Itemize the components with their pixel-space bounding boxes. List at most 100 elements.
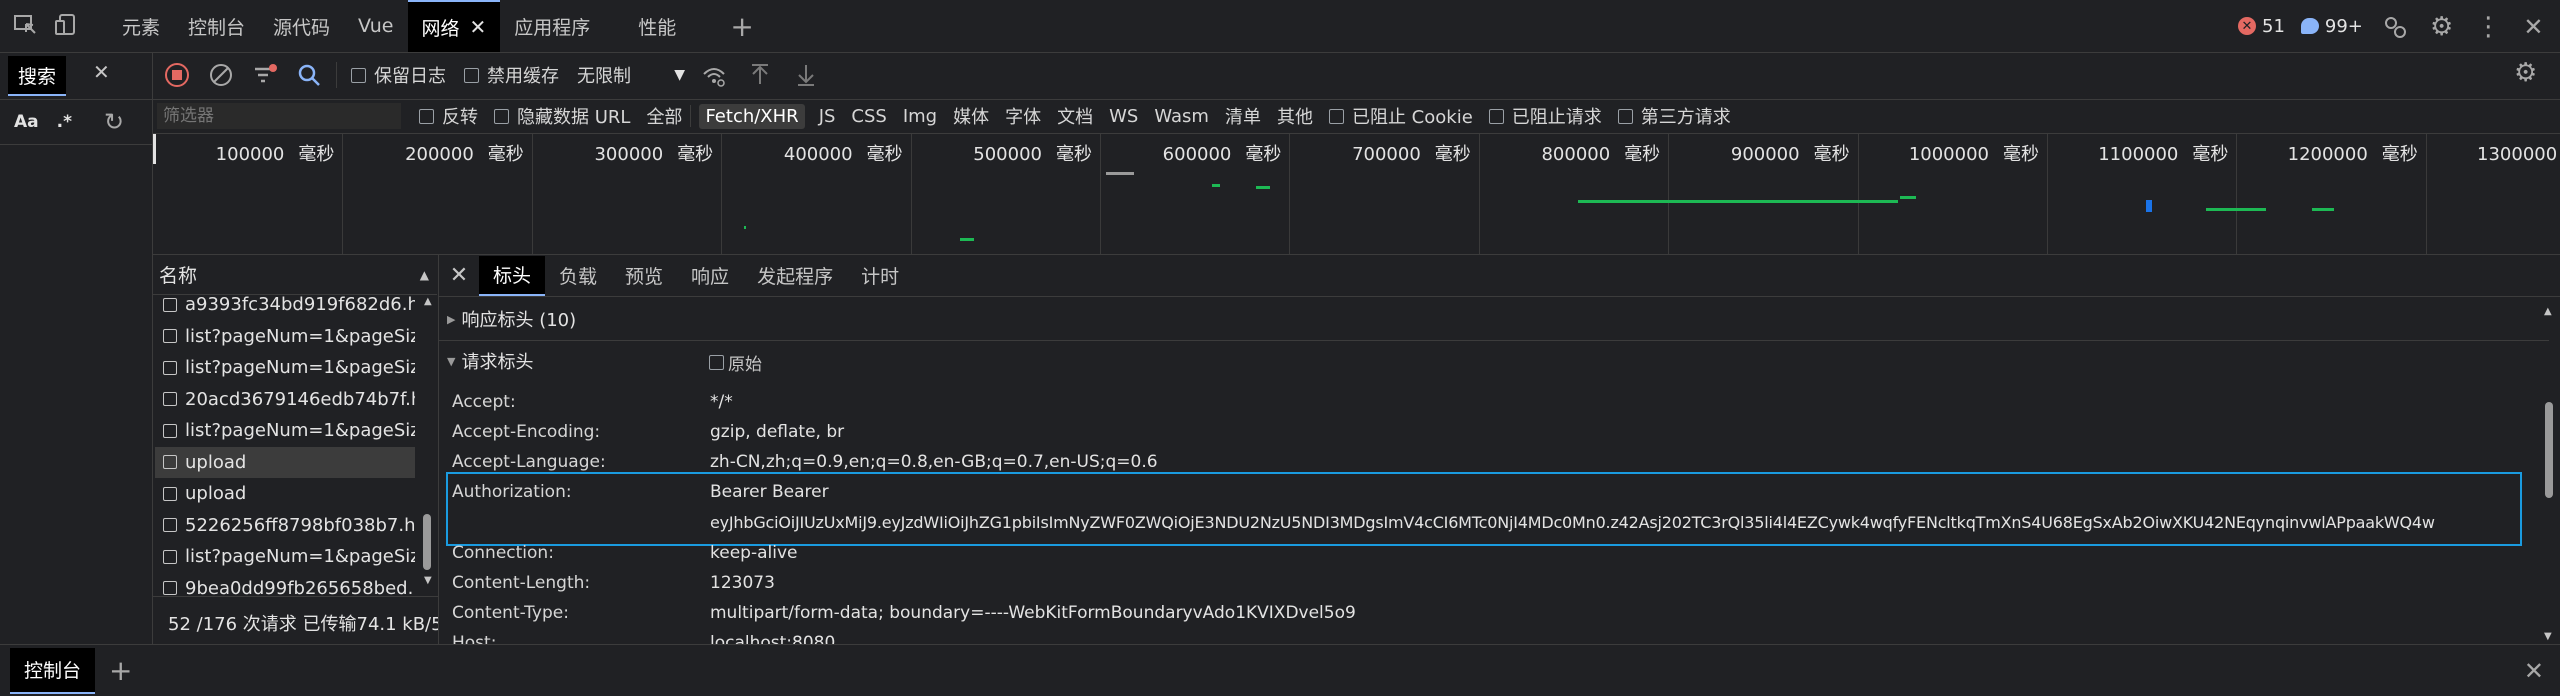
error-count-badge[interactable]: ✕ 51 [2238,16,2285,37]
request-checkbox[interactable] [163,486,177,501]
tick-unit: 毫秒 [2381,144,2418,165]
response-headers-section[interactable]: ▶ 响应标头 (10) [447,306,576,332]
third-party-checkbox[interactable]: 第三方请求 [1617,103,1731,129]
export-har-icon[interactable] [789,58,823,92]
search-icon[interactable] [292,58,326,92]
list-item[interactable]: list?pageNum=1&pageSiz... [155,321,415,352]
raw-headers-checkbox[interactable]: 原始 [709,350,762,375]
request-checkbox[interactable] [163,423,177,438]
inspect-element-icon[interactable] [12,12,38,38]
headers-scrollbar[interactable]: ▲ ▼ [2542,306,2556,642]
blocked-requests-box[interactable] [1488,108,1504,124]
request-checkbox[interactable] [163,581,177,595]
list-item[interactable]: 9bea0dd99fb265658bed.h... [155,573,415,604]
request-headers-section[interactable]: ▼ 请求标头 [447,348,533,374]
invert-box[interactable] [419,108,434,124]
filter-type-all[interactable]: 全部 [646,103,682,129]
gear-icon[interactable]: ⚙ [2430,12,2453,42]
hide-data-urls-checkbox[interactable]: 隐藏数据 URL [494,103,630,129]
tab-timing[interactable]: 计时 [847,256,913,296]
raw-headers-box[interactable] [709,355,724,370]
request-checkbox[interactable] [163,392,177,406]
list-item[interactable]: list?pageNum=1&pageSiz... [155,541,415,572]
request-checkbox[interactable] [163,455,177,469]
list-item[interactable]: list?pageNum=1&pageSiz... [155,415,415,446]
record-icon[interactable] [160,58,194,92]
tab-application[interactable]: 应用程序 [500,0,604,52]
search-close-icon[interactable]: ✕ [93,60,110,84]
authorization-token: eyJhbGciOiJIUzUxMiJ9.eyJzdWIiOiJhZG1pbiI… [710,513,2435,532]
tab-vue[interactable]: Vue [344,0,407,52]
list-item[interactable]: list?pageNum=1&pageSiz... [155,352,415,383]
filter-type-media[interactable]: 媒体 [953,103,989,129]
filter-type-wasm[interactable]: Wasm [1154,106,1209,127]
blocked-cookies-checkbox[interactable]: 已阻止 Cookie [1328,103,1473,129]
search-panel-tab[interactable]: 搜索 [8,56,66,96]
blocked-requests-checkbox[interactable]: 已阻止请求 [1488,103,1602,129]
request-checkbox[interactable] [163,329,177,343]
close-devtools-icon[interactable]: ✕ [2523,13,2543,41]
request-list-scrollbar[interactable]: ▲ ▼ [422,296,432,586]
hide-data-urls-box[interactable] [494,108,509,124]
network-conditions-icon[interactable] [697,58,731,92]
match-case-button[interactable]: Aa [14,112,39,132]
message-count-badge[interactable]: 99+ [2300,16,2363,37]
drawer-tab-console[interactable]: 控制台 [10,647,96,694]
list-item[interactable]: 20acd3679146edb74b7f.h... [155,384,415,415]
tab-sources[interactable]: 源代码 [259,0,344,52]
tab-initiator[interactable]: 发起程序 [743,256,847,296]
sort-asc-icon[interactable]: ▲ [420,268,429,282]
list-item[interactable]: upload [155,478,415,509]
tab-preview[interactable]: 预览 [611,256,677,296]
refresh-icon[interactable]: ↻ [104,108,124,136]
request-checkbox[interactable] [163,297,177,312]
disable-cache-checkbox[interactable]: 禁用缓存 [464,62,559,88]
filter-type-manifest[interactable]: 清单 [1225,103,1261,129]
tab-payload[interactable]: 负载 [545,256,611,296]
clear-icon[interactable] [204,58,238,92]
name-column-header[interactable]: 名称 [159,261,197,288]
drawer-close-icon[interactable]: ✕ [2524,657,2544,685]
request-checkbox[interactable] [163,518,177,532]
add-tab-button[interactable]: + [716,0,767,52]
tab-network[interactable]: 网络 ✕ [407,0,501,52]
tab-elements[interactable]: 元素 [108,0,174,52]
list-item[interactable]: a9393fc34bd919f682d6.h... [155,289,415,320]
filter-type-css[interactable]: CSS [851,106,886,127]
filter-type-ws[interactable]: WS [1109,106,1138,127]
list-item[interactable]: 5226256ff8798bf038b7.ho... [155,510,415,541]
throttle-select[interactable]: 无限制 ▼ [577,62,685,88]
disable-cache-box[interactable] [464,67,479,83]
more-options-icon[interactable]: ⋮ [2475,12,2501,42]
request-name: a9393fc34bd919f682d6.h... [185,294,415,315]
request-checkbox[interactable] [163,549,177,564]
request-name: upload [185,483,247,504]
filter-type-img[interactable]: Img [903,106,937,127]
tab-headers[interactable]: 标头 [479,255,546,296]
preserve-log-box[interactable] [351,67,366,83]
close-icon[interactable]: ✕ [470,15,487,39]
import-har-icon[interactable] [743,58,777,92]
blocked-cookies-box[interactable] [1328,108,1344,124]
filter-toggle-icon[interactable] [248,58,282,92]
network-settings-gear-icon[interactable]: ⚙ [2514,58,2537,88]
regex-button[interactable]: .* [57,112,72,132]
drawer-add-tab-icon[interactable]: + [109,654,132,687]
invert-checkbox[interactable]: 反转 [419,103,478,129]
list-item[interactable]: upload [155,446,415,478]
device-toolbar-icon[interactable] [54,12,80,38]
tab-performance[interactable]: 性能 [624,0,690,52]
tab-console[interactable]: 控制台 [174,0,259,52]
filter-type-other[interactable]: 其他 [1277,103,1313,129]
filter-type-fetch-xhr[interactable]: Fetch/XHR [699,103,805,129]
close-detail-icon[interactable]: ✕ [439,263,479,288]
preserve-log-checkbox[interactable]: 保留日志 [351,62,446,88]
filter-type-doc[interactable]: 文档 [1057,103,1093,129]
tab-response[interactable]: 响应 [677,256,743,296]
filter-type-font[interactable]: 字体 [1005,103,1041,129]
filter-type-js[interactable]: JS [819,106,836,127]
filter-input[interactable] [157,103,401,129]
third-party-box[interactable] [1617,108,1633,124]
issues-icon[interactable] [2382,14,2408,40]
request-checkbox[interactable] [163,360,177,375]
